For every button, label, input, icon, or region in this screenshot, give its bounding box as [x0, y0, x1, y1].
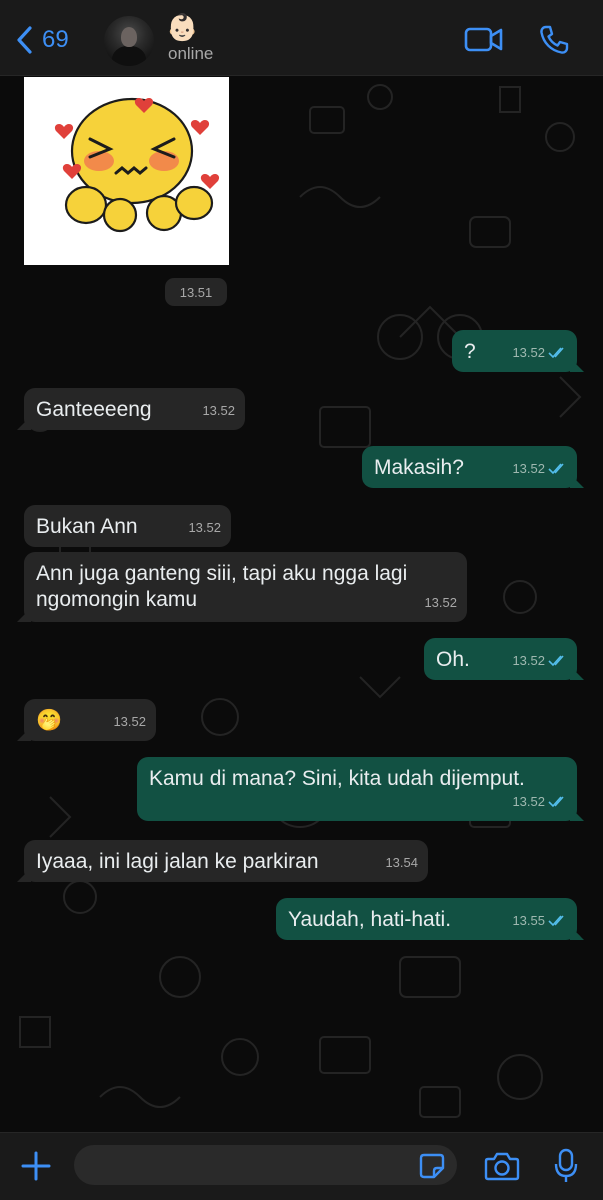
message-incoming[interactable]: Ann juga ganteng siii, tapi aku ngga lag…	[24, 552, 467, 622]
message-text: Ann juga ganteng siii, tapi aku ngga lag…	[36, 562, 408, 611]
contact-status: online	[168, 44, 214, 63]
message-text: Kamu di mana? Sini, kita udah dijemput.	[149, 767, 525, 790]
read-receipt-icon	[548, 463, 564, 475]
camera-icon	[484, 1152, 520, 1181]
message-incoming[interactable]: Iyaaa, ini lagi jalan ke parkiran 13.54	[24, 840, 428, 882]
message-outgoing[interactable]: ? 13.52	[452, 330, 577, 372]
plus-icon	[21, 1151, 51, 1181]
phone-icon	[540, 25, 569, 54]
sticker-message[interactable]	[24, 77, 229, 265]
unread-count: 69	[42, 26, 69, 53]
message-time: 13.52	[512, 653, 545, 668]
message-time: 13.52	[188, 520, 221, 535]
message-time: 13.55	[512, 913, 545, 928]
message-outgoing[interactable]: Kamu di mana? Sini, kita udah dijemput. …	[137, 757, 577, 821]
microphone-icon	[554, 1148, 578, 1182]
avatar[interactable]	[104, 16, 154, 66]
blushing-emoji-sticker-icon	[24, 77, 229, 265]
camera-button[interactable]	[484, 1151, 520, 1186]
message-outgoing[interactable]: Oh. 13.52	[424, 638, 577, 680]
chevron-left-icon	[17, 26, 32, 54]
message-time: 13.52	[202, 403, 235, 418]
message-input[interactable]	[74, 1145, 457, 1185]
message-outgoing[interactable]: Makasih? 13.52	[362, 446, 577, 488]
sticker-time: 13.51	[165, 278, 227, 306]
message-outgoing[interactable]: Yaudah, hati-hati. 13.55	[276, 898, 577, 940]
composer-bar	[0, 1132, 603, 1200]
message-incoming[interactable]: 🤭 13.52	[24, 699, 156, 741]
voice-message-button[interactable]	[553, 1147, 579, 1190]
sticker-icon	[419, 1153, 445, 1179]
message-time: 13.52	[512, 794, 545, 809]
video-call-button[interactable]	[464, 24, 504, 54]
chat-header: 69 👶🏻 online	[0, 0, 603, 76]
read-receipt-icon	[548, 796, 564, 808]
voice-call-button[interactable]	[538, 24, 570, 56]
message-incoming[interactable]: Ganteeeeng 13.52	[24, 388, 245, 430]
message-time: 13.52	[512, 461, 545, 476]
read-receipt-icon	[548, 347, 564, 359]
message-time: 13.52	[113, 714, 146, 729]
sticker-button[interactable]	[418, 1152, 446, 1185]
read-receipt-icon	[548, 655, 564, 667]
read-receipt-icon	[548, 915, 564, 927]
message-incoming[interactable]: Bukan Ann 13.52	[24, 505, 231, 547]
back-button[interactable]: 69	[14, 24, 69, 56]
message-time: 13.52	[512, 345, 545, 360]
attach-button[interactable]	[20, 1150, 52, 1187]
message-time: 13.52	[424, 595, 457, 610]
message-text: Iyaaa, ini lagi jalan ke parkiran	[36, 850, 319, 873]
message-list[interactable]: 13.51 ? 13.52 Ganteeeeng 13.52 Makasih? …	[0, 77, 603, 1132]
message-time: 13.54	[385, 855, 418, 870]
contact-name[interactable]: 👶🏻	[166, 12, 198, 42]
video-camera-icon	[464, 27, 503, 52]
